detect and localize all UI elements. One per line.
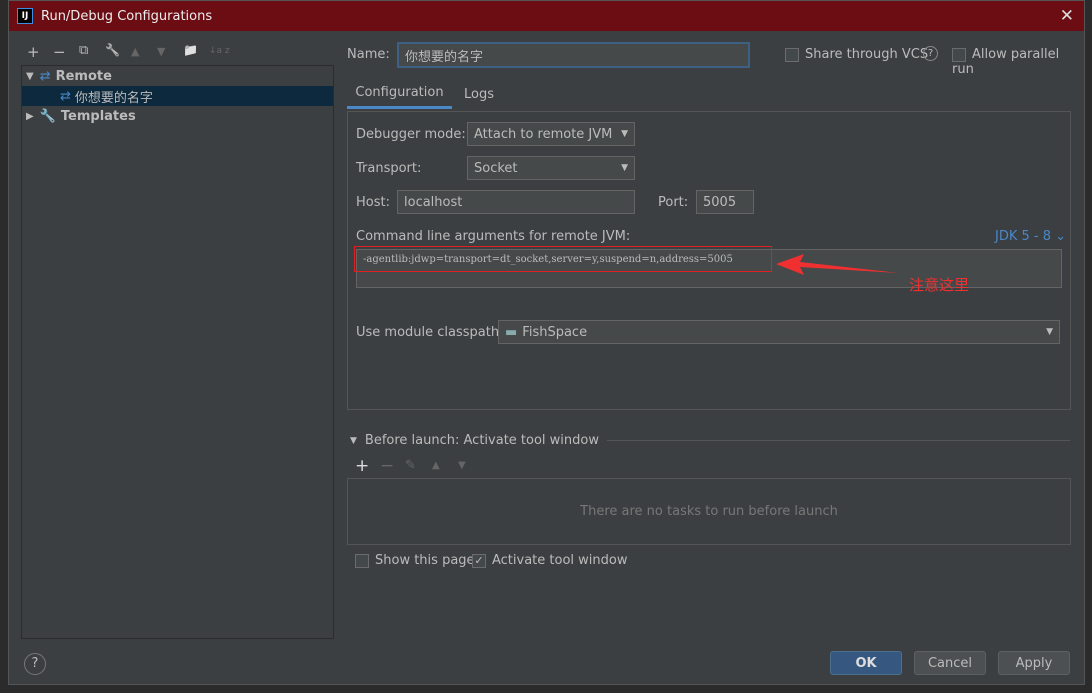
apply-button[interactable]: Apply	[998, 651, 1070, 675]
sort-icon[interactable]: ↓a z	[209, 46, 230, 56]
module-folder-icon: ▬	[505, 324, 518, 340]
port-label: Port:	[658, 195, 689, 210]
wrench-icon[interactable]: 🔧	[105, 43, 120, 57]
window-title: Run/Debug Configurations	[41, 8, 213, 24]
wrench-icon: 🔧	[39, 108, 56, 124]
show-page-checkbox[interactable]: Show this page	[355, 553, 475, 568]
debugger-mode-select[interactable]: Attach to remote JVM	[467, 122, 635, 146]
add-task-icon[interactable]: +	[355, 456, 369, 476]
transport-select[interactable]: Socket	[467, 156, 635, 180]
copy-icon[interactable]: ⧉	[79, 43, 88, 58]
module-select[interactable]: ▬ FishSpace	[498, 320, 1060, 344]
remote-icon: ⇄	[60, 88, 71, 104]
allow-parallel-checkbox[interactable]: Allow parallel run	[952, 47, 1084, 77]
title-bar: IJ Run/Debug Configurations	[9, 1, 1084, 31]
before-launch-header[interactable]: ▼ Before launch: Activate tool window	[350, 433, 1070, 448]
tab-configuration[interactable]: Configuration	[347, 79, 452, 109]
before-launch-list: There are no tasks to run before launch	[347, 478, 1071, 545]
name-label: Name:	[347, 47, 390, 62]
tab-logs[interactable]: Logs	[459, 79, 499, 109]
move-task-down-icon[interactable]: ▼	[458, 460, 466, 471]
host-label: Host:	[356, 195, 390, 210]
jdk-version-link[interactable]: JDK 5 - 8 ⌄	[995, 229, 1066, 244]
debugger-mode-label: Debugger mode:	[356, 127, 466, 142]
remove-icon[interactable]: −	[53, 43, 66, 61]
expand-icon[interactable]: ▼	[26, 71, 34, 82]
ok-button[interactable]: OK	[830, 651, 902, 675]
add-icon[interactable]: +	[27, 43, 40, 61]
move-down-icon[interactable]: ▼	[157, 45, 165, 58]
cmd-args-label: Command line arguments for remote JVM:	[356, 229, 631, 244]
tree-item-remote[interactable]: ▼ ⇄ Remote	[22, 66, 333, 86]
intellij-logo-icon: IJ	[17, 8, 33, 24]
close-icon[interactable]: ✕	[1060, 6, 1074, 26]
host-input[interactable]: localhost	[397, 190, 635, 214]
port-input[interactable]: 5005	[696, 190, 754, 214]
move-up-icon[interactable]: ▲	[131, 45, 139, 58]
run-debug-dialog: IJ Run/Debug Configurations ✕ + − ⧉ 🔧 ▲ …	[8, 0, 1085, 685]
name-input[interactable]: 你想要的名字	[397, 42, 750, 68]
tree-item-templates[interactable]: ▶ 🔧 Templates	[22, 106, 333, 126]
folder-add-icon[interactable]: 📁	[183, 43, 198, 57]
collapse-icon[interactable]: ▶	[26, 111, 34, 122]
edit-task-icon[interactable]: ✎	[405, 458, 416, 473]
remote-icon: ⇄	[39, 68, 51, 84]
highlight-box	[354, 246, 772, 272]
share-vcs-checkbox[interactable]: Share through VCS	[785, 47, 928, 62]
transport-label: Transport:	[356, 161, 422, 176]
cancel-button[interactable]: Cancel	[914, 651, 986, 675]
help-icon[interactable]: ?	[923, 46, 938, 61]
help-button[interactable]: ?	[24, 653, 46, 675]
tree-item-config[interactable]: ⇄ 你想要的名字	[22, 86, 333, 106]
activate-tool-window-checkbox[interactable]: ✓ Activate tool window	[472, 553, 627, 568]
annotation-text: 注意这里	[909, 276, 970, 294]
move-task-up-icon[interactable]: ▲	[432, 460, 440, 471]
annotation-arrow	[776, 254, 899, 275]
config-tree: ▼ ⇄ Remote ⇄ 你想要的名字 ▶ 🔧 Templates	[21, 65, 334, 639]
remove-task-icon[interactable]: −	[380, 456, 394, 476]
module-label: Use module classpath:	[356, 325, 504, 340]
